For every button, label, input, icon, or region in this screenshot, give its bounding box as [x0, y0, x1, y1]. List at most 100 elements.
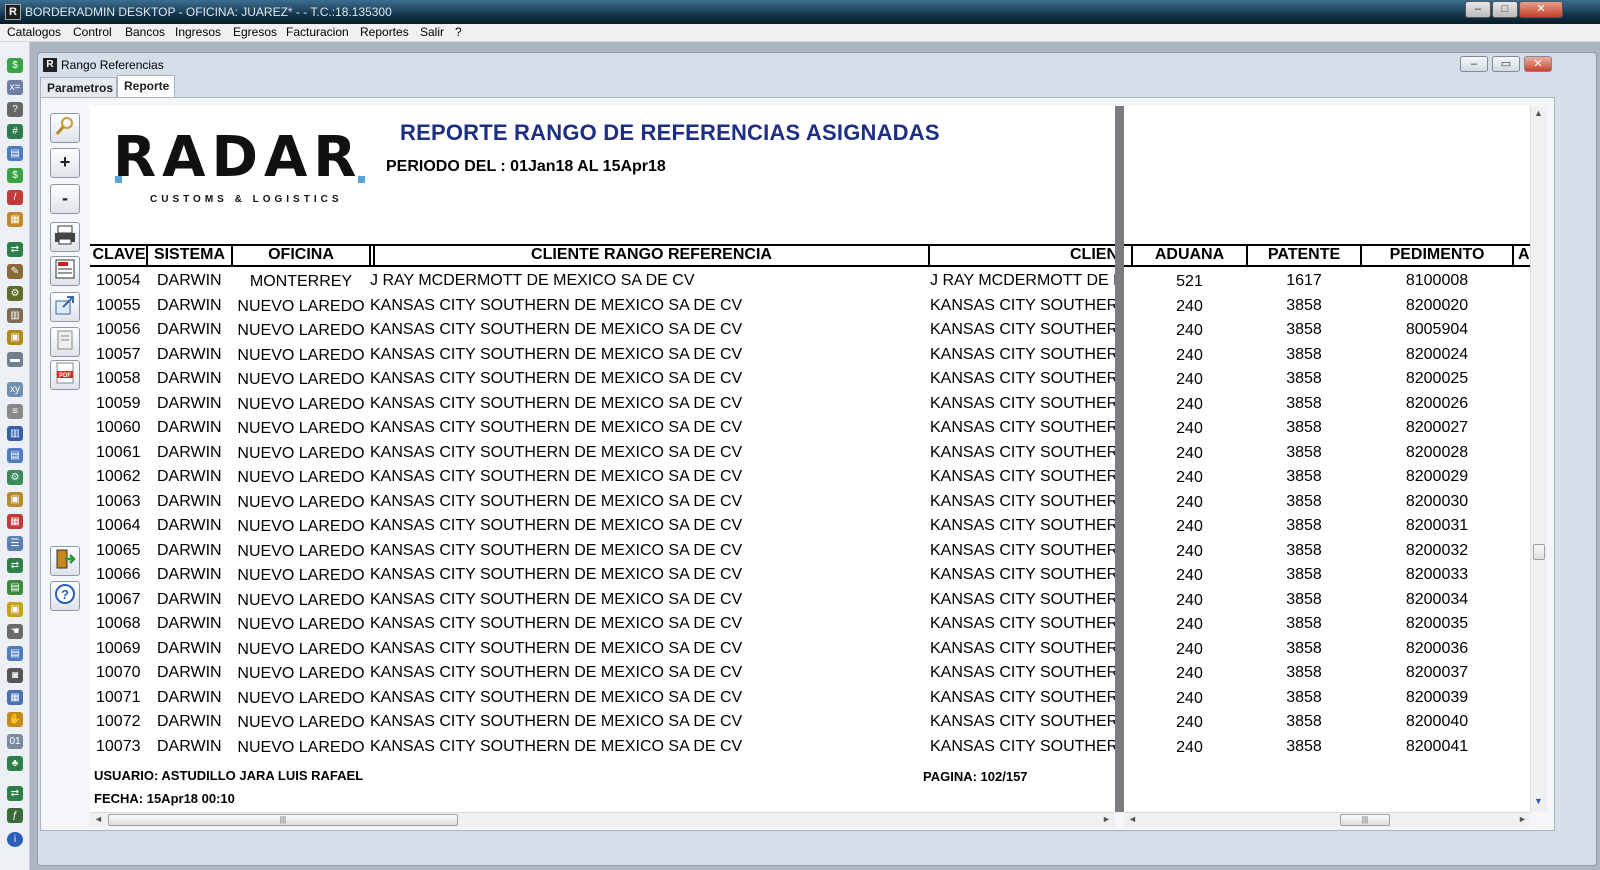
cell-patente: 3858	[1286, 394, 1322, 412]
scroll-right-icon[interactable]: ►	[1518, 814, 1527, 824]
cell-clave: 10072	[96, 713, 141, 730]
cell-oficina: NUEVO LAREDO	[237, 714, 365, 731]
edit-doc-icon[interactable]: ▤	[7, 448, 23, 463]
settings-icon[interactable]: ⚙	[7, 470, 23, 485]
pen-icon[interactable]: /	[7, 190, 23, 205]
header-bottom-line	[1124, 265, 1530, 267]
page-icon[interactable]: ▤	[7, 646, 23, 661]
zoom-out-button[interactable]: -	[50, 184, 80, 214]
stamp-icon[interactable]: ◙	[7, 668, 23, 683]
database-icon[interactable]: ≡	[7, 404, 23, 419]
info-icon[interactable]: i	[7, 832, 23, 847]
menu-salir[interactable]: Salir	[420, 25, 444, 39]
cell-oficina: NUEVO LAREDO	[237, 567, 365, 584]
user-search-icon[interactable]: ?	[7, 102, 23, 117]
child-maximize-button[interactable]: ▭	[1492, 56, 1520, 72]
close-button[interactable]: ✕	[1519, 1, 1563, 18]
menu-egresos[interactable]: Egresos	[233, 25, 277, 39]
function-icon[interactable]: ƒ	[7, 808, 23, 823]
help-icon[interactable]: ?	[50, 581, 80, 611]
exchange-icon[interactable]: ⇄	[7, 558, 23, 573]
cell-aduana: 240	[1176, 567, 1203, 584]
tab-parametros[interactable]: Parametros	[40, 77, 117, 97]
cell-aduana: 240	[1176, 591, 1203, 609]
horizontal-scrollbar-right[interactable]: ◄ ||| ►	[1124, 812, 1530, 827]
preview-icon[interactable]	[50, 327, 80, 357]
search-report-icon[interactable]	[50, 113, 80, 143]
list-icon[interactable]: ☰	[7, 536, 23, 551]
bank-icon[interactable]: ▥	[7, 426, 23, 441]
lock-doc-icon[interactable]: ▣	[7, 492, 23, 507]
sheet-icon[interactable]: ▤	[7, 580, 23, 595]
transfer2-icon[interactable]: ⇄	[7, 786, 23, 801]
menu-catalogos[interactable]: Catalogos	[7, 25, 61, 39]
handshake-icon[interactable]: ✋	[7, 712, 23, 727]
maximize-button[interactable]: □	[1492, 1, 1518, 18]
coins-icon[interactable]: $	[7, 168, 23, 183]
child-minimize-button[interactable]: –	[1460, 56, 1488, 72]
menubar: Catalogos Control Bancos Ingresos Egreso…	[0, 24, 1600, 42]
box-icon[interactable]: ▣	[7, 602, 23, 617]
chart-icon[interactable]: ▦	[7, 212, 23, 227]
pencil-icon[interactable]: ✎	[7, 264, 23, 279]
cell-sistema: DARWIN	[157, 296, 222, 314]
gear-money-icon[interactable]: ⚙	[7, 286, 23, 301]
zoom-in-button[interactable]: +	[50, 148, 80, 178]
svg-text:?: ?	[61, 587, 69, 602]
scroll-down-icon[interactable]: ▼	[1534, 796, 1543, 806]
cell-sistema: DARWIN	[157, 345, 222, 363]
cell-aduana: 240	[1176, 616, 1203, 633]
scroll-up-icon[interactable]: ▲	[1534, 108, 1543, 118]
menu-help[interactable]: ?	[455, 25, 462, 39]
child-close-button[interactable]: ✕	[1524, 56, 1552, 72]
cell-pedimento: 8200024	[1405, 345, 1469, 363]
scroll-left-icon[interactable]: ◄	[94, 814, 103, 824]
vertical-scrollbar[interactable]: ▲ ▼	[1530, 106, 1547, 812]
print-icon[interactable]	[50, 222, 80, 252]
grid-icon[interactable]: ▦	[7, 514, 23, 529]
cell-cliente: KANSAS CITY SOUTHERN	[930, 639, 1115, 657]
cell-pedimento: 8200028	[1405, 443, 1469, 461]
pdf-icon[interactable]: PDF	[50, 360, 80, 390]
header-pedimento: PEDIMENTO	[1389, 246, 1485, 263]
document-icon[interactable]: ▤	[7, 146, 23, 161]
cell-oficina: NUEVO LAREDO	[237, 518, 365, 535]
cell-cliente-rango: KANSAS CITY SOUTHERN DE MEXICO SA DE CV	[370, 713, 743, 730]
cell-clave: 10057	[96, 345, 141, 363]
club-icon[interactable]: ♣	[7, 756, 23, 771]
horizontal-scroll-thumb[interactable]: |||	[108, 814, 458, 826]
report-period: PERIODO DEL : 01Jan18 AL 15Apr18	[386, 158, 666, 175]
formula-icon[interactable]: x=	[7, 80, 23, 95]
minimize-button[interactable]: –	[1465, 1, 1491, 18]
export-icon[interactable]	[50, 292, 80, 322]
files-icon[interactable]: ▥	[7, 308, 23, 323]
menu-reportes[interactable]: Reportes	[360, 25, 409, 39]
vertical-scroll-thumb[interactable]	[1533, 544, 1545, 560]
cell-oficina: NUEVO LAREDO	[237, 738, 365, 756]
report-icon[interactable]: ▣	[7, 330, 23, 345]
menu-ingresos[interactable]: Ingresos	[175, 25, 221, 39]
tab-reporte[interactable]: Reporte	[117, 75, 175, 97]
horizontal-scroll-thumb[interactable]: |||	[1340, 814, 1390, 826]
table-icon[interactable]: ▦	[7, 690, 23, 705]
scroll-left-icon[interactable]: ◄	[1128, 814, 1137, 824]
xy-icon[interactable]: xy	[7, 382, 23, 397]
cell-pedimento: 8200031	[1405, 517, 1469, 534]
split-divider[interactable]	[1115, 106, 1124, 812]
exit-door-icon[interactable]	[50, 546, 80, 576]
menu-bancos[interactable]: Bancos	[125, 25, 165, 39]
export-excel-icon[interactable]	[50, 256, 80, 286]
truck-icon[interactable]: ▬	[7, 352, 23, 367]
cell-clave: 10069	[96, 639, 141, 657]
scroll-right-icon[interactable]: ►	[1102, 814, 1111, 824]
cell-patente: 1617	[1286, 272, 1322, 289]
menu-control[interactable]: Control	[73, 25, 112, 39]
calculator-icon[interactable]: #	[7, 124, 23, 139]
transfer-icon[interactable]: ⇄	[7, 242, 23, 257]
money-bag-icon[interactable]: $	[7, 58, 23, 73]
hand-icon[interactable]: ☚	[7, 624, 23, 639]
menu-facturacion[interactable]: Facturacion	[286, 25, 349, 39]
horizontal-scrollbar-left[interactable]: ◄ ||| ►	[90, 812, 1115, 827]
header-patente: PATENTE	[1267, 246, 1341, 263]
binary-icon[interactable]: 01	[7, 734, 23, 749]
